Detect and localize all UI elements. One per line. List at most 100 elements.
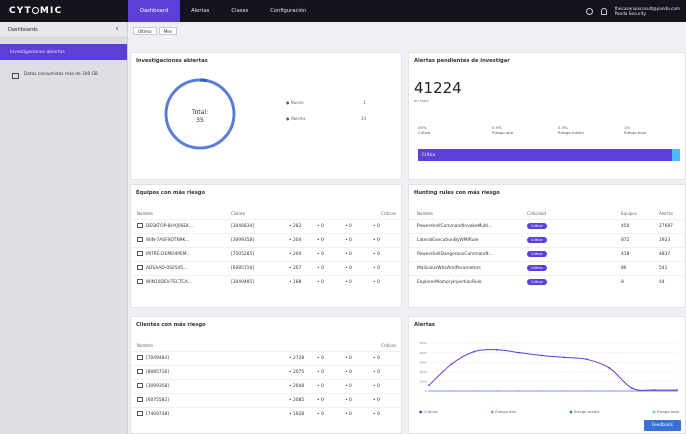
risk-count: • 204 bbox=[289, 237, 302, 243]
table-row[interactable]: MaliciousWhoAmIParameters Crítica 86 541 bbox=[409, 261, 685, 274]
table-row[interactable]: [6075582] • 2085 • 0 • 0 • 0 bbox=[131, 393, 401, 406]
table-row[interactable]: [3099358] • 2048 • 0 • 0 • 0 bbox=[131, 379, 401, 392]
table-row[interactable]: [8085716] • 2075 • 0 • 0 • 0 bbox=[131, 365, 401, 378]
top-right-area: thecasenaixcosult@panda.com Panda Securi… bbox=[585, 0, 680, 22]
data-point[interactable] bbox=[541, 390, 543, 392]
data-point[interactable] bbox=[585, 358, 588, 361]
criticity-badge: Crítica bbox=[527, 223, 547, 229]
risk-count: • 0 bbox=[373, 265, 380, 271]
risk-count: • 0 bbox=[373, 397, 380, 403]
data-point[interactable] bbox=[608, 390, 610, 392]
equipos-count: 86 bbox=[621, 265, 627, 271]
legend-riesgo-bajo[interactable]: ● Riesgo bajo bbox=[652, 409, 679, 414]
user-icon[interactable] bbox=[600, 7, 607, 15]
legend-riesgo-medio[interactable]: ● Riesgo medio bbox=[569, 409, 599, 414]
app-logo[interactable]: CYT MIC bbox=[0, 6, 128, 16]
table-row[interactable]: DESKTOP-8HYJ0SEK... [3046834] • 282 • 0 • 0 •… bbox=[131, 219, 401, 232]
card-title: Alertas pendientes de investigar bbox=[414, 58, 510, 64]
device-name[interactable]: WIN-7ASFXOTN9K... bbox=[137, 237, 190, 243]
client-name[interactable]: [6075582] bbox=[137, 397, 169, 403]
rule-name[interactable]: ExplorerMemoryInjectionRule bbox=[417, 280, 482, 285]
legend-criticas[interactable]: ● Críticas bbox=[419, 409, 438, 414]
risk-count: • 0 bbox=[317, 411, 324, 417]
table-row[interactable]: PowershellDangerousCommandt... Crítica 418… bbox=[409, 247, 685, 260]
risk-count: • 0 bbox=[345, 223, 352, 229]
risk-count: • 207 bbox=[289, 265, 302, 271]
rule-name[interactable]: PowershellCommandInvokeMulti... bbox=[417, 224, 492, 229]
data-point[interactable] bbox=[450, 363, 453, 366]
sidebar-alert[interactable]: Datos consumidos más de 100 GB bbox=[0, 60, 127, 79]
filter-mes[interactable]: Mes bbox=[158, 27, 178, 35]
data-point[interactable] bbox=[450, 390, 453, 392]
data-point[interactable] bbox=[496, 390, 498, 392]
data-point[interactable] bbox=[608, 367, 611, 369]
date-filters: Último Mes bbox=[133, 27, 178, 35]
alertas-count: 4837 bbox=[659, 251, 671, 257]
sidebar-item-investigaciones[interactable]: Investigaciones abiertas bbox=[0, 44, 127, 60]
collapse-chevron-icon[interactable]: ‹ bbox=[115, 25, 119, 34]
data-point[interactable] bbox=[473, 350, 475, 353]
y-tick-label: 4000 bbox=[419, 351, 427, 355]
risk-count: • 0 bbox=[345, 237, 352, 243]
client-name[interactable]: [7049484] bbox=[137, 355, 169, 361]
table-row[interactable]: WIN-7ASFXOTN9K... [3099358] • 204 • 0 • 0 • 0 bbox=[131, 233, 401, 246]
data-point[interactable] bbox=[428, 390, 430, 392]
legend-riesgo-alto[interactable]: ● Riesgo alto bbox=[491, 409, 517, 414]
pending-stacked-bar[interactable]: Crítica bbox=[418, 149, 680, 161]
data-point[interactable] bbox=[631, 387, 633, 390]
data-point[interactable] bbox=[518, 390, 520, 392]
risk-count: • 0 bbox=[373, 383, 380, 389]
table-row[interactable]: ADSAAD-0S0545... [6085716] • 207 • 0 • 0 • 0 bbox=[131, 261, 401, 274]
data-point[interactable] bbox=[586, 390, 588, 392]
nav-alertas[interactable]: Alertas bbox=[180, 0, 220, 22]
device-name[interactable]: DESKTOP-8HYJ0SEK... bbox=[137, 223, 193, 229]
col-criticas: Críticas bbox=[381, 343, 396, 348]
data-point[interactable] bbox=[540, 354, 543, 357]
series-line-0[interactable] bbox=[428, 349, 678, 391]
client-name[interactable]: [7469748] bbox=[137, 411, 169, 417]
device-name[interactable]: MITRE-DEMO4PEM... bbox=[137, 251, 191, 257]
risk-count: • 2728 bbox=[289, 355, 305, 361]
device-name[interactable]: ADSAAD-0S0545... bbox=[137, 265, 187, 271]
risk-count: • 0 bbox=[345, 397, 352, 403]
data-point[interactable] bbox=[563, 390, 565, 392]
client-icon bbox=[137, 397, 143, 402]
data-point[interactable] bbox=[518, 351, 521, 354]
settings-icon[interactable] bbox=[585, 7, 593, 15]
feedback-button[interactable]: Feedback bbox=[643, 420, 681, 431]
breakdown-bajo: 1% Riesgo bajo bbox=[624, 125, 647, 135]
client-icon bbox=[137, 355, 143, 360]
card-title: Hunting rules con más riesgo bbox=[414, 190, 500, 196]
table-row[interactable]: [7049484] • 2728 • 0 • 0 • 0 bbox=[131, 351, 401, 364]
data-point[interactable] bbox=[631, 390, 633, 392]
rule-name[interactable]: MaliciousWhoAmIParameters bbox=[417, 266, 481, 271]
table-row[interactable]: PowershellCommandInvokeMulti... Crítica 45… bbox=[409, 219, 685, 232]
table-row[interactable]: ExplorerMemoryInjectionRule Crítica 8 44 bbox=[409, 275, 685, 288]
data-point[interactable] bbox=[653, 389, 656, 391]
pending-bar-critica: Crítica bbox=[418, 149, 673, 161]
data-point[interactable] bbox=[676, 389, 678, 391]
donut-total-label: Total: bbox=[191, 109, 209, 116]
nav-configuracion[interactable]: Configuración bbox=[259, 0, 317, 22]
table-row[interactable]: WIN10DEV-TECTCA... [3049485] • 188 • 0 • 0 • … bbox=[131, 275, 401, 288]
user-info[interactable]: thecasenaixcosult@panda.com Panda Securi… bbox=[615, 6, 680, 16]
data-point[interactable] bbox=[563, 356, 566, 359]
risk-count: • 0 bbox=[373, 369, 380, 375]
nav-clases[interactable]: Clases bbox=[220, 0, 259, 22]
filter-ultimo[interactable]: Último bbox=[133, 27, 157, 35]
y-tick-label: 5000 bbox=[419, 341, 427, 345]
rule-name[interactable]: PowershellDangerousCommandt... bbox=[417, 252, 493, 257]
table-row[interactable]: MITRE-DEMO4PEM... [7505285] • 204 • 0 • 0 • 0 bbox=[131, 247, 401, 260]
client-name[interactable]: [8085716] bbox=[137, 369, 169, 375]
data-point[interactable] bbox=[495, 348, 498, 351]
data-point[interactable] bbox=[473, 390, 475, 392]
rule-name[interactable]: LateralExecutionByWMIRule bbox=[417, 238, 478, 243]
alertas-line-chart[interactable]: 0 1000 2000 3000 4000 5000 bbox=[415, 339, 681, 399]
client-name[interactable]: [3099358] bbox=[137, 383, 169, 389]
data-point[interactable] bbox=[428, 384, 430, 387]
device-name[interactable]: WIN10DEV-TECTCA... bbox=[137, 279, 192, 285]
table-row[interactable]: [7469748] • 1928 • 0 • 0 • 0 bbox=[131, 407, 401, 420]
table-row[interactable]: LateralExecutionByWMIRule Crítica 872 1923 bbox=[409, 233, 685, 246]
nav-dashboard[interactable]: Dashboard bbox=[128, 0, 181, 22]
risk-count: • 0 bbox=[345, 355, 352, 361]
